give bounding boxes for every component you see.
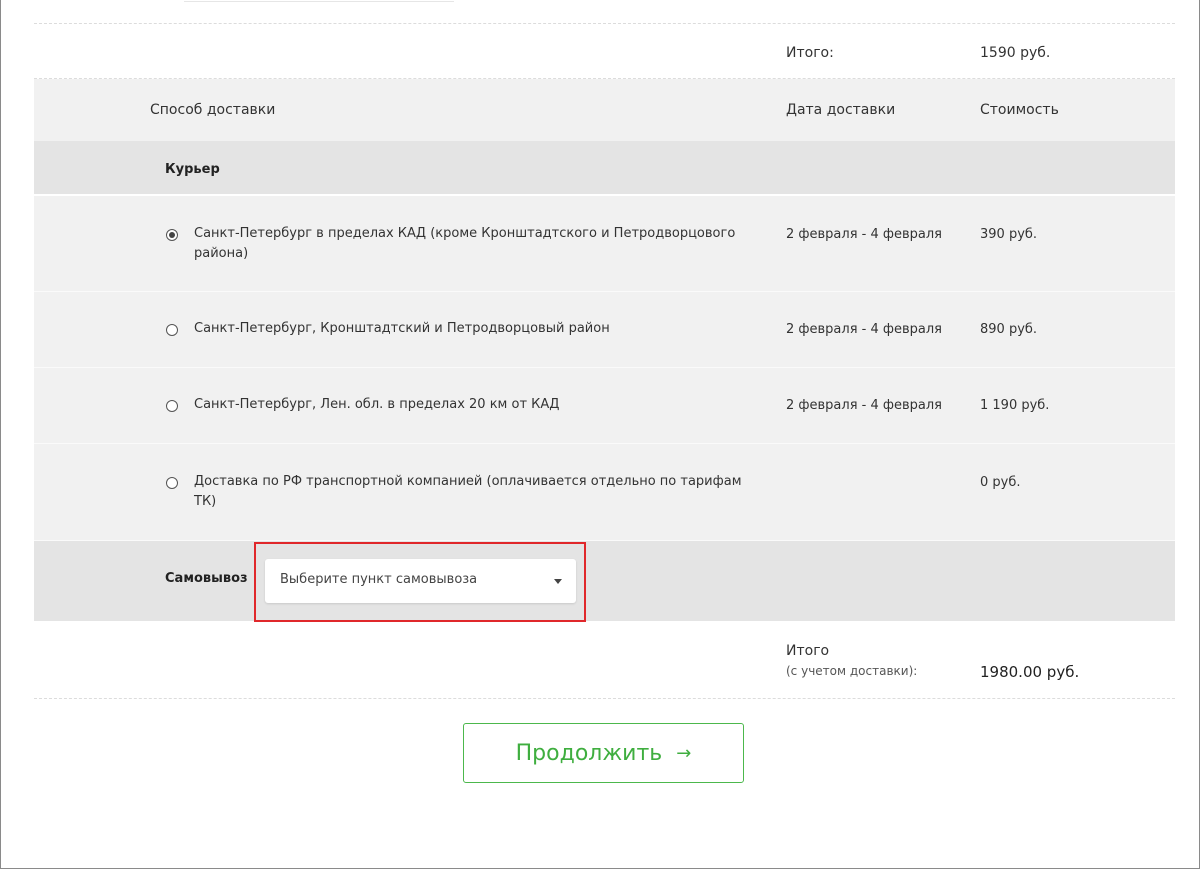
grand-total-sublabel: (с учетом доставки): <box>786 664 918 678</box>
previous-row-cutoff <box>34 0 1175 24</box>
continue-button[interactable]: Продолжить → <box>463 723 744 783</box>
header-method: Способ доставки <box>150 102 276 118</box>
radio-unselected[interactable] <box>166 324 178 336</box>
option-date: 2 февраля - 4 февраля <box>786 227 943 242</box>
delivery-option-len-obl[interactable]: Санкт-Петербург, Лен. обл. в пределах 20… <box>34 368 1175 444</box>
pickup-point-select[interactable]: Выберите пункт самовывоза <box>265 559 576 603</box>
order-total-label: Итого: <box>786 45 834 61</box>
pickup-title: Самовывоз <box>165 571 248 586</box>
courier-title: Курьер <box>165 162 220 177</box>
option-label: Доставка по РФ транспортной компанией (о… <box>194 474 742 509</box>
courier-section-header: Курьер <box>34 141 1175 196</box>
header-date: Дата доставки <box>786 102 896 118</box>
arrow-right-icon: → <box>676 742 692 764</box>
grand-total-label: Итого <box>786 643 830 659</box>
page-frame: Итого: 1590 руб. Способ доставки Дата до… <box>0 0 1200 869</box>
option-label: Санкт-Петербург, Кронштадтский и Петродв… <box>194 321 610 336</box>
radio-unselected[interactable] <box>166 477 178 489</box>
delivery-option-spb-kad[interactable]: Санкт-Петербург в пределах КАД (кроме Кр… <box>34 196 1175 292</box>
header-cost: Стоимость <box>980 102 1059 118</box>
option-cost: 1 190 руб. <box>980 398 1050 413</box>
grand-total-value: 1980.00 руб. <box>980 663 1080 681</box>
radio-unselected[interactable] <box>166 400 178 412</box>
delivery-table-header: Способ доставки Дата доставки Стоимость <box>34 79 1175 141</box>
pickup-select-value: Выберите пункт самовывоза <box>280 572 478 587</box>
continue-button-label: Продолжить <box>515 740 663 766</box>
option-date: 2 февраля - 4 февраля <box>786 322 943 337</box>
option-date: 2 февраля - 4 февраля <box>786 398 943 413</box>
grand-total-row: Итого (с учетом доставки): 1980.00 руб. <box>34 621 1175 699</box>
pickup-section: Самовывоз Выберите пункт самовывоза <box>34 541 1175 622</box>
delivery-option-kronstadt[interactable]: Санкт-Петербург, Кронштадтский и Петродв… <box>34 292 1175 368</box>
order-total-value: 1590 руб. <box>980 45 1051 61</box>
option-cost: 0 руб. <box>980 475 1021 490</box>
option-label: Санкт-Петербург, Лен. обл. в пределах 20… <box>194 397 560 412</box>
option-label: Санкт-Петербург в пределах КАД (кроме Кр… <box>194 226 736 261</box>
radio-selected[interactable] <box>166 229 178 241</box>
order-total-row: Итого: 1590 руб. <box>34 24 1175 79</box>
chevron-down-icon[interactable] <box>554 579 562 584</box>
delivery-option-transport-company[interactable]: Доставка по РФ транспортной компанией (о… <box>34 444 1175 541</box>
option-cost: 390 руб. <box>980 227 1038 242</box>
option-cost: 890 руб. <box>980 322 1038 337</box>
